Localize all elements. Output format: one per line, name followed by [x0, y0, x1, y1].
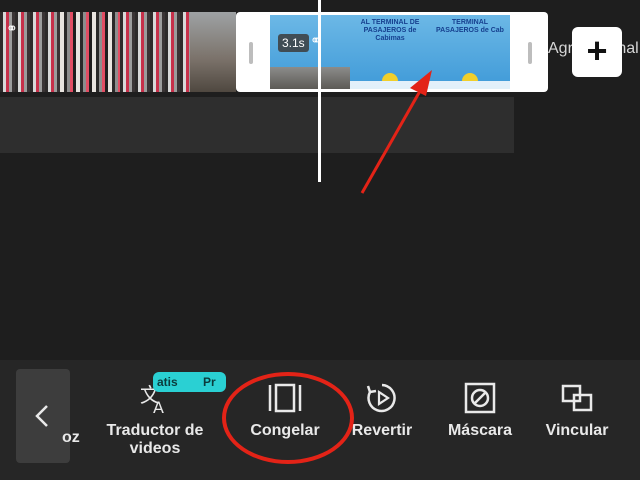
video-editor-screen: ⚭ AL TERMINAL DE PASAJEROS de Cabimas TE…: [0, 0, 640, 480]
clip-duration: 3.1s: [278, 34, 309, 52]
video-track[interactable]: ⚭ AL TERMINAL DE PASAJEROS de Cabimas TE…: [0, 12, 548, 92]
video-clip-previous[interactable]: ⚭: [0, 12, 236, 92]
tool-label: Traductor de: [106, 422, 204, 439]
svg-text:A: A: [153, 398, 164, 414]
clip-thumbnail: [270, 15, 350, 89]
tool-label: Máscara: [447, 422, 513, 439]
tool-label: Revertir: [351, 422, 413, 439]
back-button[interactable]: [16, 369, 70, 463]
tool-label: Vincular: [545, 422, 609, 439]
clip-thumbnail: [190, 12, 236, 92]
badge-text: atis: [157, 375, 178, 389]
clip-thumbnail: [120, 12, 190, 92]
tool-label: videos: [129, 440, 181, 457]
playhead[interactable]: [318, 0, 321, 182]
link-icon: ⚭: [6, 20, 18, 36]
trim-handle-left[interactable]: [249, 42, 253, 64]
chevron-left-icon: [35, 405, 48, 427]
tool-revertir[interactable]: Revertir: [346, 382, 418, 440]
clip-thumbnail: AL TERMINAL DE PASAJEROS de Cabimas: [350, 15, 430, 89]
add-clip-button[interactable]: +: [572, 27, 622, 77]
trim-handle-right[interactable]: [528, 42, 532, 64]
clip-thumbnail: [60, 12, 120, 92]
mask-icon: [464, 382, 496, 414]
timeline[interactable]: ⚭ AL TERMINAL DE PASAJEROS de Cabimas TE…: [0, 0, 640, 182]
feature-badge: atis Pr: [153, 372, 226, 392]
clip-thumbnail: TERMINAL PASAJEROS de Cab: [430, 15, 510, 89]
tool-partial-label[interactable]: oz: [62, 429, 80, 447]
tool-mascara[interactable]: Máscara: [440, 382, 520, 440]
reverse-play-icon: [366, 383, 396, 413]
annotation-circle: [222, 372, 354, 464]
clip-thumbnails: AL TERMINAL DE PASAJEROS de Cabimas TERM…: [270, 15, 510, 89]
link-icon: [561, 384, 593, 412]
badge-text: Pr: [203, 375, 216, 389]
audio-track[interactable]: [0, 97, 514, 153]
tool-vincular[interactable]: Vincular: [538, 382, 616, 440]
tool-traductor[interactable]: 文 A Traductor de videos: [100, 382, 210, 458]
video-clip-selected[interactable]: AL TERMINAL DE PASAJEROS de Cabimas TERM…: [236, 12, 548, 92]
